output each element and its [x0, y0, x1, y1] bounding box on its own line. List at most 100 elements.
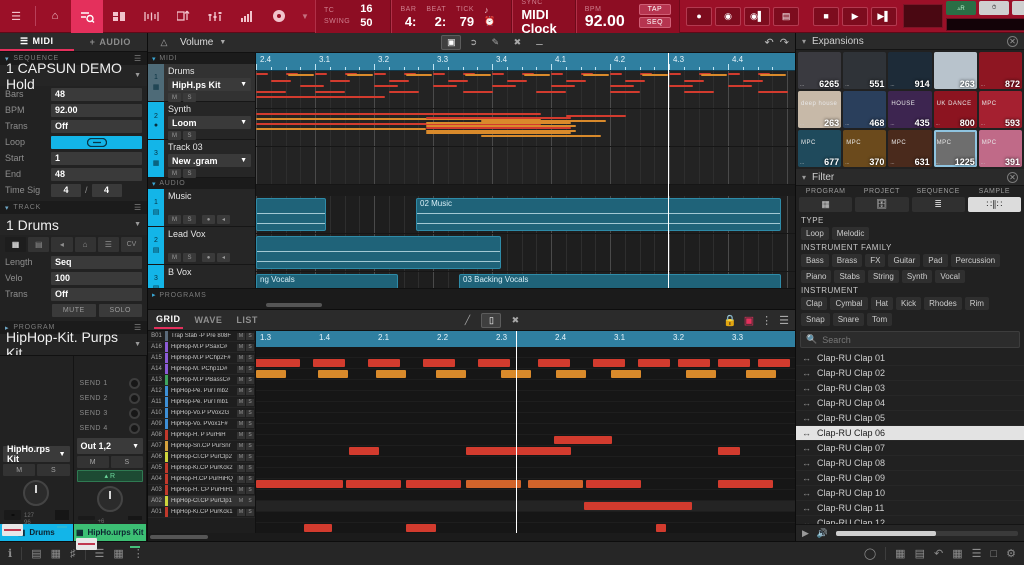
instrument-chip[interactable]: Clap: [801, 297, 827, 310]
sample-list-item[interactable]: ↔Clap-RU Clap 12: [796, 516, 1024, 524]
grid-note[interactable]: [349, 447, 379, 455]
grid-row[interactable]: [256, 424, 795, 435]
track-program-select[interactable]: HipH.ps Kit ▼: [168, 78, 251, 91]
beat-field[interactable]: BEAT 2:: [426, 2, 446, 31]
midi-group-header[interactable]: ▾ MIDI: [148, 53, 255, 64]
midi-note[interactable]: [288, 74, 314, 76]
sample-list-item[interactable]: ↔Clap-RU Clap 11: [796, 501, 1024, 516]
midi-note[interactable]: [347, 74, 373, 76]
chevron-down-icon[interactable]: ▼: [219, 39, 226, 46]
pad-row[interactable]: A15HipHop-M.P PChp2F#MS: [148, 353, 255, 364]
track-record-button[interactable]: ●: [202, 253, 215, 262]
pad-mute-button[interactable]: M: [237, 377, 245, 384]
grid-note[interactable]: [466, 480, 521, 488]
track-record-button[interactable]: ●: [202, 215, 215, 224]
metronome-button[interactable]: ⏱: [979, 1, 1009, 15]
expansion-tile[interactable]: ...6265: [798, 52, 841, 89]
insert-icon[interactable]: ◂: [51, 237, 72, 252]
pad-row[interactable]: A06HipHop-Cl.CP PurClp2MS: [148, 452, 255, 463]
pad-row[interactable]: A04HipHop-H.CP PurHiHQMS: [148, 474, 255, 485]
pointer-icon[interactable]: ➲: [463, 35, 483, 50]
pad-mute-button[interactable]: M: [237, 388, 245, 395]
mixer-view-icon[interactable]: ⋮: [133, 547, 144, 560]
pad-mute-button[interactable]: M: [237, 432, 245, 439]
menu-icon[interactable]: ☰: [134, 203, 142, 212]
track-mute-button[interactable]: M: [168, 93, 181, 102]
sample-list-item[interactable]: ↔Clap-RU Clap 03: [796, 381, 1024, 396]
param-trans[interactable]: Trans Off: [0, 118, 147, 134]
lane-leadvox[interactable]: [256, 234, 795, 272]
pad-row[interactable]: A08HipHop-H. P PurHiHMS: [148, 430, 255, 441]
hamburger-icon[interactable]: ☰: [0, 0, 32, 33]
midi-note[interactable]: [315, 96, 385, 98]
grid-note[interactable]: [718, 480, 773, 488]
list-icon[interactable]: ☰: [972, 547, 982, 560]
sequence-name[interactable]: 1 CAPSUN DEMO Hold ▼: [0, 65, 147, 86]
grid-row[interactable]: [256, 457, 795, 468]
solo-button[interactable]: SOLO: [99, 304, 143, 317]
select-icon[interactable]: ▣: [441, 35, 461, 50]
midi-note[interactable]: [315, 91, 345, 93]
param-start[interactable]: Start 1: [0, 150, 147, 166]
midi-note[interactable]: [256, 128, 426, 130]
grid-note[interactable]: [406, 480, 461, 488]
grid-row[interactable]: [256, 347, 795, 358]
audio-clip[interactable]: 02 Music: [416, 198, 781, 231]
info-icon[interactable]: ℹ: [8, 547, 12, 560]
send-3-knob[interactable]: [129, 408, 140, 419]
instrument-chip[interactable]: Snare: [833, 313, 864, 326]
midi-note[interactable]: [566, 115, 626, 117]
close-icon[interactable]: ✕: [1007, 172, 1018, 183]
strip-2-fader[interactable]: [78, 516, 95, 520]
strip-2-mute[interactable]: M: [77, 456, 109, 468]
note-grid[interactable]: 1.31.42.12.22.32.43.13.23.3: [256, 331, 795, 533]
family-chip[interactable]: Percussion: [951, 254, 1001, 267]
lane-music[interactable]: 02 Music: [256, 196, 795, 234]
master-slider[interactable]: [946, 18, 1024, 31]
expansion-tile[interactable]: ...914: [888, 52, 931, 89]
arrangement-hscrollbar[interactable]: [148, 301, 795, 309]
pads-view-icon[interactable]: ▦: [51, 547, 61, 560]
grid-note[interactable]: [268, 359, 300, 367]
pad-row[interactable]: A09HipHop-Vo. PVox1F#MS: [148, 419, 255, 430]
pad-mute-button[interactable]: M: [237, 355, 245, 362]
grid-note[interactable]: [346, 480, 401, 488]
grid-note[interactable]: [304, 524, 332, 532]
midi-note[interactable]: [524, 74, 550, 76]
family-chip[interactable]: Synth: [902, 270, 932, 283]
grid-row[interactable]: [256, 468, 795, 479]
midi-note[interactable]: [315, 73, 327, 75]
pad-row[interactable]: A01HipHop-Ki.CP PurKck1MS: [148, 507, 255, 518]
expansion-tile[interactable]: HOUSE...435: [888, 91, 931, 128]
strip-1-mute[interactable]: M: [3, 464, 35, 476]
seq-button[interactable]: SEQ: [639, 17, 671, 28]
pad-mute-button[interactable]: M: [237, 366, 245, 373]
grid-note[interactable]: [436, 370, 466, 378]
param-end[interactable]: End 48: [0, 166, 147, 182]
grid-row[interactable]: [256, 523, 795, 533]
midi-note[interactable]: [463, 91, 493, 93]
timeline-ruler[interactable]: 2.43.13.23.33.44.14.24.34.4: [256, 53, 795, 71]
midi-note[interactable]: [465, 74, 491, 76]
midi-note[interactable]: [758, 91, 788, 93]
grid-row[interactable]: [256, 358, 795, 369]
midi-note[interactable]: [492, 85, 516, 87]
pads-icon[interactable]: ▦: [952, 547, 962, 560]
strip-inserts-1[interactable]: [0, 356, 73, 444]
pad-row[interactable]: A02HipHop-Cl.CP PurClp1MS: [148, 496, 255, 507]
expansion-tile[interactable]: MPC...1225: [934, 130, 977, 167]
midi-note[interactable]: [426, 130, 576, 132]
midi-note[interactable]: [481, 135, 601, 137]
pad-solo-button[interactable]: S: [246, 366, 254, 373]
filter-header[interactable]: ▾ Filter ✕: [796, 169, 1024, 186]
editor-ruler[interactable]: 1.31.42.12.22.32.43.13.23.3: [256, 331, 795, 347]
param-loop[interactable]: Loop: [0, 134, 147, 150]
instrument-chip[interactable]: Rhodes: [924, 297, 962, 310]
midi-note[interactable]: [426, 132, 571, 134]
play-button[interactable]: ▶: [842, 7, 868, 26]
pad-solo-button[interactable]: S: [246, 388, 254, 395]
sample-list-item[interactable]: ↔Clap-RU Clap 10: [796, 486, 1024, 501]
pad-solo-button[interactable]: S: [246, 399, 254, 406]
midi-note[interactable]: [583, 74, 609, 76]
expansion-tile[interactable]: ...263: [934, 52, 977, 89]
